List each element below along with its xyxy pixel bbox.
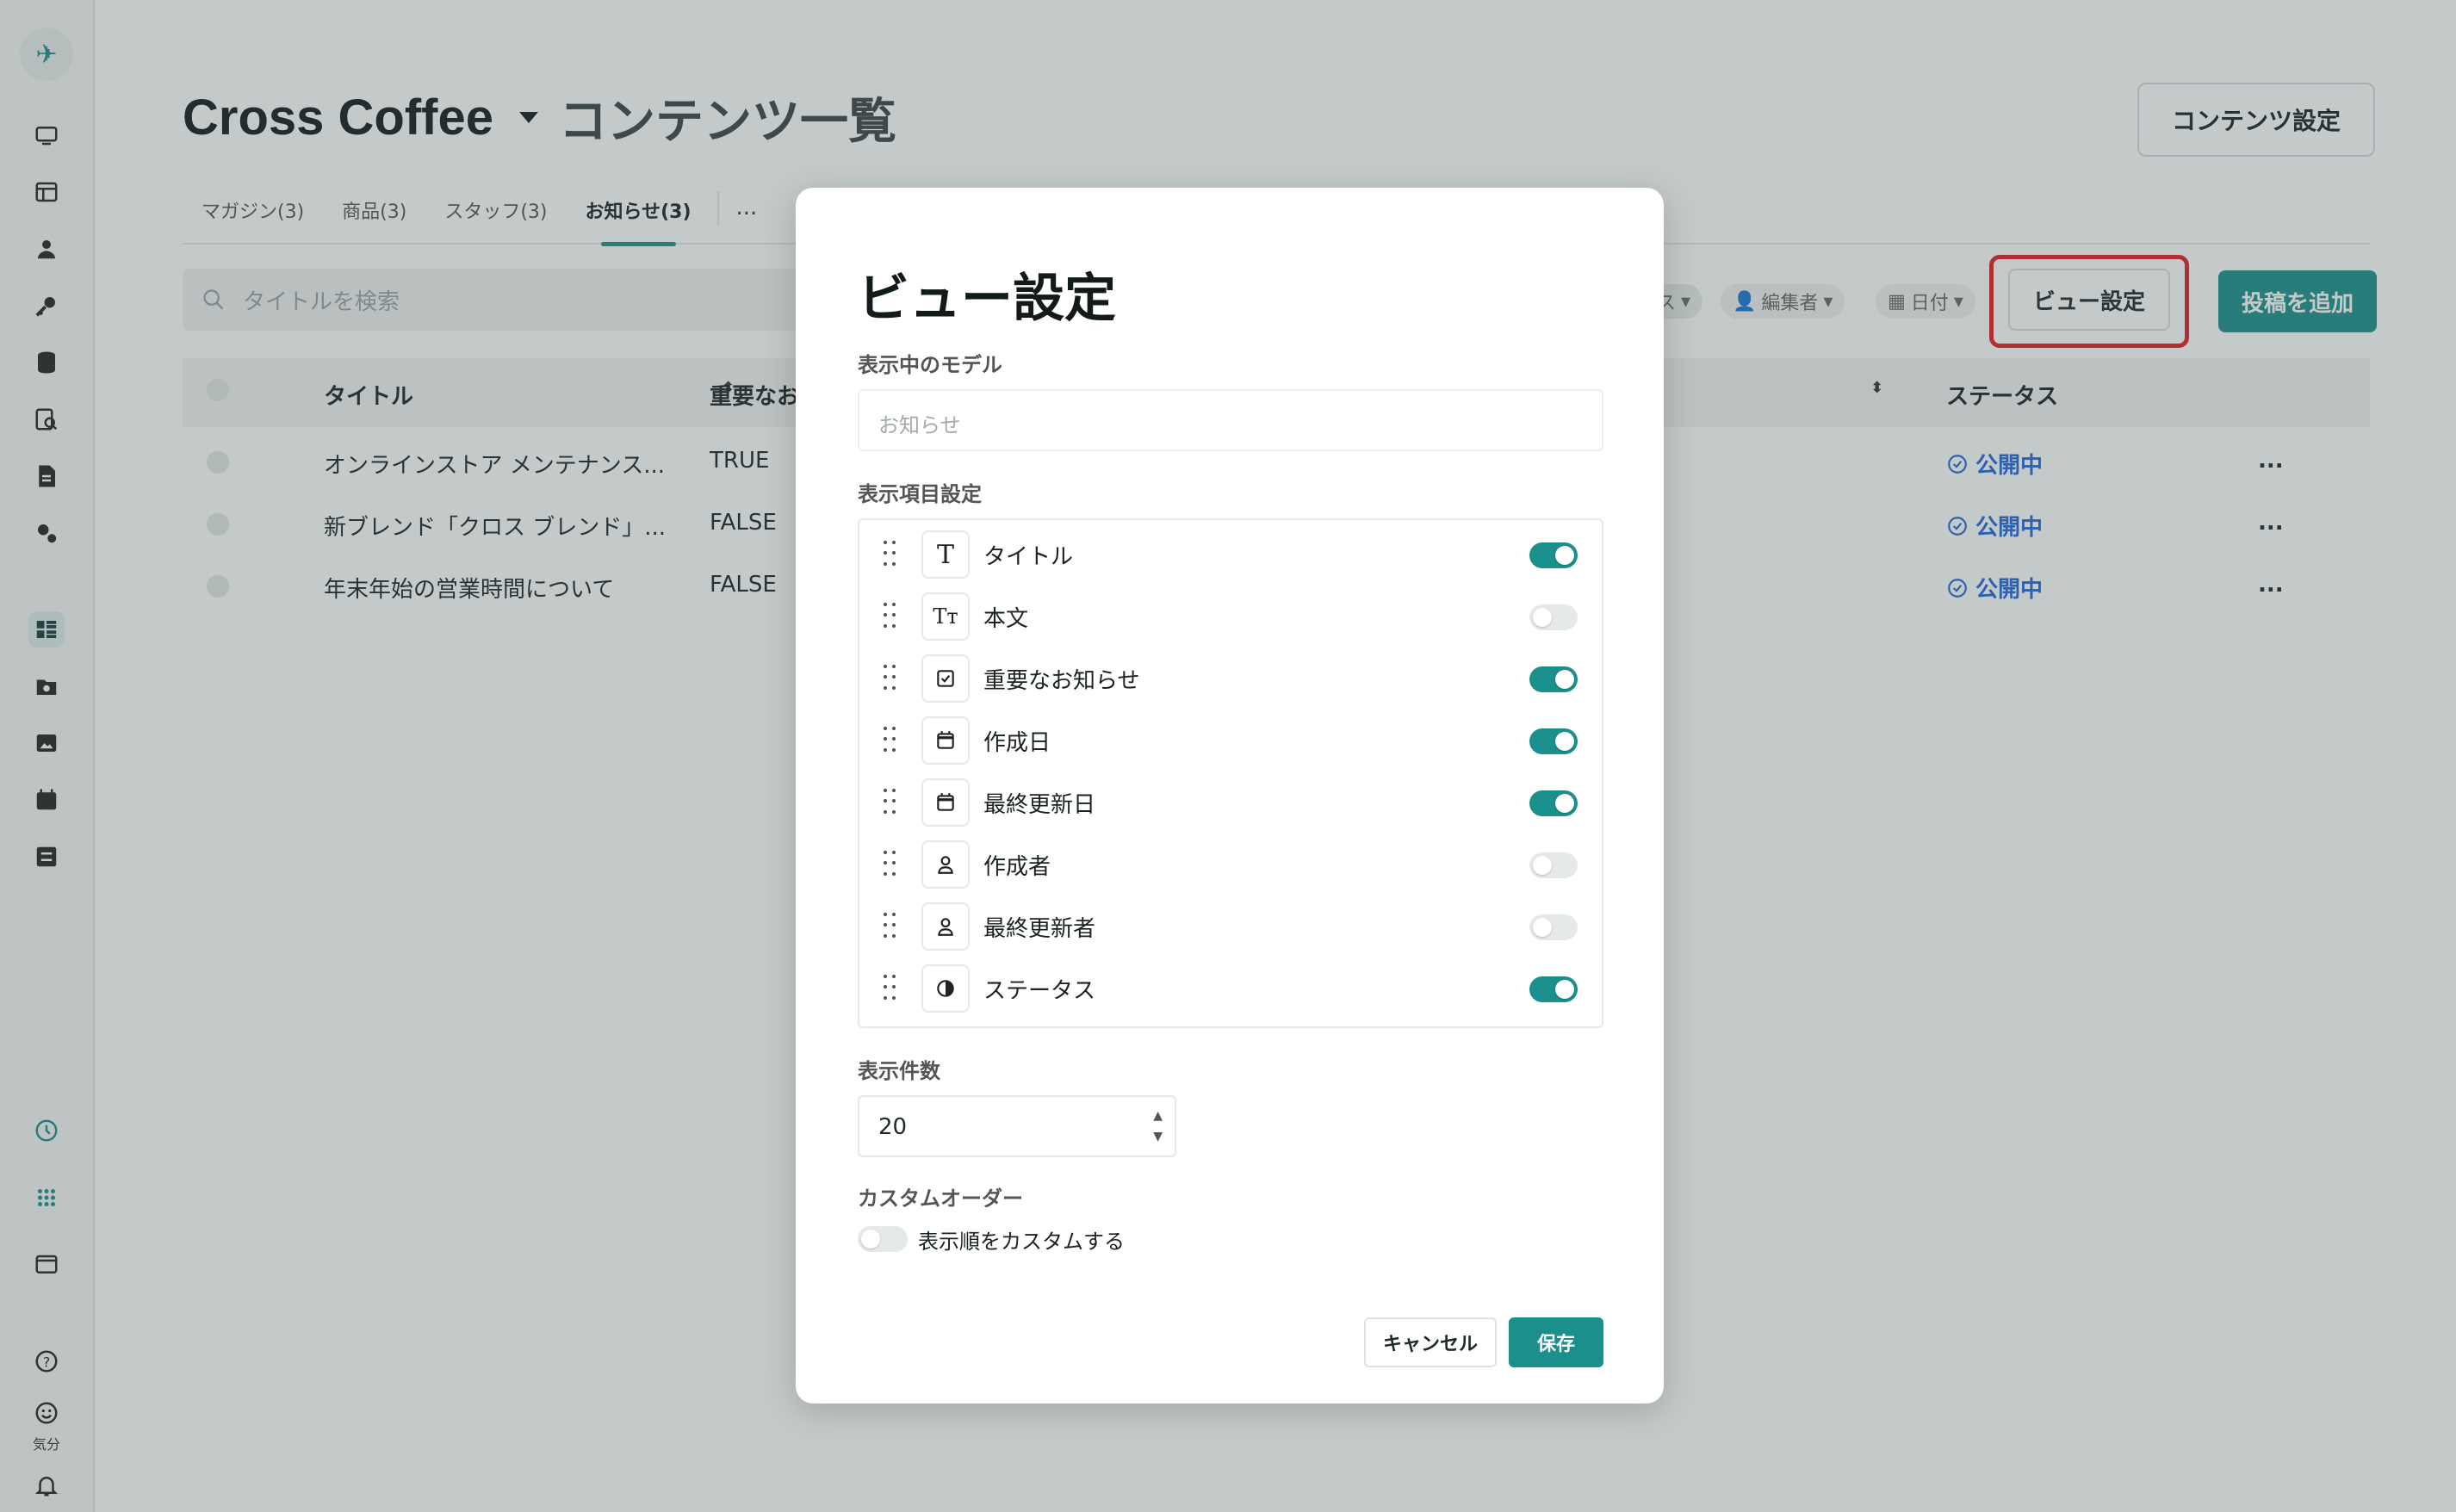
field-name: 作成日 [983, 730, 1051, 756]
modal-title: ビュー設定 [858, 269, 1116, 329]
field-toggle[interactable] [1529, 604, 1578, 630]
field-row-created-at[interactable]: 作成日 [859, 713, 1602, 768]
field-name: 作成者 [983, 854, 1051, 880]
field-name: 最終更新日 [983, 792, 1096, 818]
field-name: 本文 [983, 606, 1029, 632]
field-name: 最終更新者 [983, 916, 1096, 942]
field-name: 重要なお知らせ [983, 668, 1140, 694]
save-button[interactable]: 保存 [1509, 1317, 1603, 1367]
field-row-updated-by[interactable]: 最終更新者 [859, 899, 1602, 954]
field-row-title[interactable]: T タイトル [859, 527, 1602, 582]
user-icon [921, 902, 970, 951]
field-toggle[interactable] [1529, 542, 1578, 568]
field-name: ステータス [983, 978, 1096, 1004]
user-icon [921, 840, 970, 889]
cancel-button[interactable]: キャンセル [1364, 1317, 1497, 1367]
field-row-updated-at[interactable]: 最終更新日 [859, 775, 1602, 830]
custom-order-label: カスタムオーダー [858, 1187, 1023, 1211]
field-toggle[interactable] [1529, 976, 1578, 1002]
model-field: お知らせ [858, 389, 1603, 451]
text-icon: T [921, 530, 970, 579]
count-input[interactable]: 20 ▲ ▼ [858, 1095, 1176, 1157]
field-row-status[interactable]: ステータス [859, 961, 1602, 1016]
field-list: T タイトル Tт 本文 重要なお知らせ 作成日 最終更新日 作成者 最終更新者… [858, 518, 1603, 1028]
fields-label: 表示項目設定 [858, 482, 982, 506]
count-value: 20 [878, 1114, 908, 1140]
drag-handle-icon[interactable] [884, 913, 896, 940]
field-row-important[interactable]: 重要なお知らせ [859, 651, 1602, 706]
stepper-icon[interactable]: ▲ ▼ [1153, 1106, 1163, 1147]
field-row-created-by[interactable]: 作成者 [859, 837, 1602, 892]
custom-order-toggle[interactable] [858, 1226, 908, 1252]
calendar-icon [921, 716, 970, 765]
drag-handle-icon[interactable] [884, 851, 896, 878]
drag-handle-icon[interactable] [884, 727, 896, 754]
model-label: 表示中のモデル [858, 353, 1002, 377]
calendar-icon [921, 778, 970, 827]
custom-order-toggle-label: 表示順をカスタムする [918, 1230, 1125, 1254]
field-toggle[interactable] [1529, 728, 1578, 754]
field-toggle[interactable] [1529, 790, 1578, 816]
rich-text-icon: Tт [921, 592, 970, 641]
drag-handle-icon[interactable] [884, 665, 896, 692]
field-name: タイトル [983, 544, 1074, 570]
checkbox-icon [921, 654, 970, 703]
drag-handle-icon[interactable] [884, 541, 896, 568]
field-toggle[interactable] [1529, 914, 1578, 940]
field-toggle[interactable] [1529, 666, 1578, 692]
drag-handle-icon[interactable] [884, 789, 896, 816]
count-label: 表示件数 [858, 1059, 940, 1083]
drag-handle-icon[interactable] [884, 975, 896, 1002]
field-row-body[interactable]: Tт 本文 [859, 589, 1602, 644]
field-toggle[interactable] [1529, 852, 1578, 878]
status-icon [921, 964, 970, 1013]
view-settings-modal: ビュー設定 表示中のモデル お知らせ 表示項目設定 T タイトル Tт 本文 重… [796, 188, 1664, 1404]
drag-handle-icon[interactable] [884, 603, 896, 630]
